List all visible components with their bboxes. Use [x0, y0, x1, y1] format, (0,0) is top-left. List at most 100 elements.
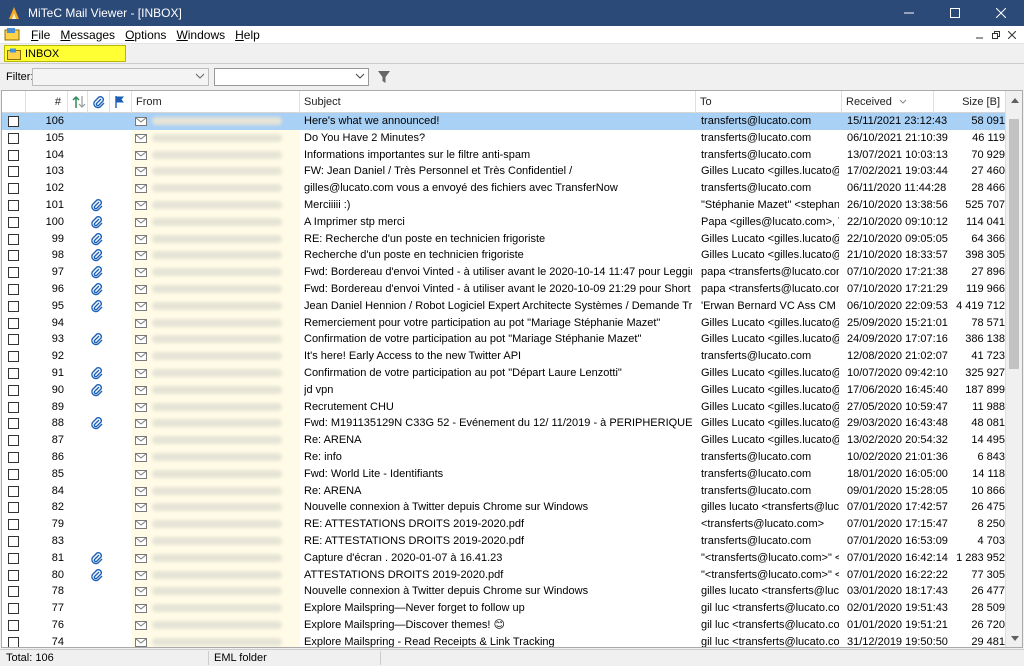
- table-row[interactable]: 78 Nouvelle connexion à Twitter depuis Ch…: [2, 583, 1006, 601]
- row-checkbox-cell[interactable]: [8, 281, 22, 298]
- row-checkbox[interactable]: [8, 619, 19, 631]
- row-checkbox-cell[interactable]: [8, 583, 22, 600]
- mdi-close-button[interactable]: [1004, 28, 1020, 42]
- row-checkbox[interactable]: [8, 586, 19, 598]
- minimize-button[interactable]: [886, 0, 932, 26]
- row-checkbox[interactable]: [8, 569, 19, 581]
- header-size[interactable]: Size [B]: [934, 91, 1006, 113]
- row-checkbox-cell[interactable]: [8, 147, 22, 164]
- scroll-down-button[interactable]: [1006, 630, 1022, 647]
- row-checkbox-cell[interactable]: [8, 298, 22, 315]
- row-checkbox-cell[interactable]: [8, 130, 22, 147]
- row-checkbox-cell[interactable]: [8, 449, 22, 466]
- table-row[interactable]: 92 It's here! Early Access to the new Twi…: [2, 348, 1006, 365]
- row-checkbox-cell[interactable]: [8, 315, 22, 332]
- table-row[interactable]: 100 A Imprimer stp merci Papa <gilles@luca…: [2, 213, 1006, 231]
- table-row[interactable]: 97 Fwd: Bordereau d'envoi Vinted - à util…: [2, 264, 1006, 281]
- table-row[interactable]: 76 Explore Mailspring—Discover themes! 😊 g…: [2, 616, 1006, 634]
- table-row[interactable]: 93 Confirmation de votre participation au…: [2, 331, 1006, 349]
- table-row[interactable]: 77 Explore Mailspring—Never forget to fol…: [2, 600, 1006, 617]
- row-checkbox-cell[interactable]: [8, 600, 22, 617]
- header-to[interactable]: To: [696, 91, 842, 113]
- table-row[interactable]: 94 Remerciement pour votre participation …: [2, 314, 1006, 332]
- row-checkbox-cell[interactable]: [8, 567, 22, 584]
- table-row[interactable]: 102 gilles@lucato.com vous a envoyé des f…: [2, 180, 1006, 197]
- mdi-restore-button[interactable]: [988, 28, 1004, 42]
- table-row[interactable]: 101 Merciiiii :) "Stéphanie Mazet" <stepha…: [2, 196, 1006, 214]
- row-checkbox-cell[interactable]: [8, 483, 22, 500]
- row-checkbox-cell[interactable]: [8, 499, 22, 516]
- row-checkbox-cell[interactable]: [8, 533, 22, 550]
- table-row[interactable]: 99 RE: Recherche d'un poste en technicien…: [2, 230, 1006, 248]
- vertical-scrollbar[interactable]: [1005, 91, 1022, 647]
- table-row[interactable]: 88 Fwd: M191135129N C33G 52 - Evénement d…: [2, 415, 1006, 433]
- row-checkbox-cell[interactable]: [8, 247, 22, 264]
- row-checkbox[interactable]: [8, 166, 19, 178]
- row-checkbox-cell[interactable]: [8, 214, 22, 231]
- row-checkbox[interactable]: [8, 367, 19, 379]
- row-checkbox-cell[interactable]: [8, 516, 22, 533]
- table-row[interactable]: 98 Recherche d'un poste en technicien fri…: [2, 247, 1006, 265]
- mdi-minimize-button[interactable]: [972, 28, 988, 42]
- row-checkbox[interactable]: [8, 502, 19, 514]
- menu-options[interactable]: Options: [120, 28, 171, 42]
- tab-inbox[interactable]: INBOX: [4, 45, 126, 62]
- row-checkbox[interactable]: [8, 485, 19, 497]
- row-checkbox-cell[interactable]: [8, 382, 22, 399]
- row-checkbox[interactable]: [8, 603, 19, 615]
- row-checkbox[interactable]: [8, 535, 19, 547]
- close-button[interactable]: [978, 0, 1024, 26]
- row-checkbox[interactable]: [8, 216, 19, 228]
- row-checkbox[interactable]: [8, 384, 19, 396]
- row-checkbox[interactable]: [8, 552, 19, 564]
- table-row[interactable]: 84 Re: ARENA transferts@lucato.com 09/01/20…: [2, 482, 1006, 500]
- table-row[interactable]: 85 Fwd: World Lite - Identifiants transfer…: [2, 465, 1006, 483]
- row-checkbox[interactable]: [8, 636, 19, 647]
- table-row[interactable]: 79 RE: ATTESTATIONS DROITS 2019-2020.pdf <…: [2, 516, 1006, 533]
- row-checkbox-cell[interactable]: [8, 634, 22, 647]
- filter-funnel-icon[interactable]: [377, 70, 391, 84]
- row-checkbox[interactable]: [8, 183, 19, 195]
- row-checkbox-cell[interactable]: [8, 163, 22, 180]
- header-check[interactable]: [2, 91, 26, 113]
- row-checkbox[interactable]: [8, 149, 19, 161]
- row-checkbox[interactable]: [8, 435, 19, 447]
- row-checkbox[interactable]: [8, 250, 19, 262]
- menu-windows[interactable]: Windows: [171, 28, 230, 42]
- row-checkbox-cell[interactable]: [8, 348, 22, 365]
- row-checkbox-cell[interactable]: [8, 264, 22, 281]
- menu-help[interactable]: Help: [230, 28, 265, 42]
- row-checkbox[interactable]: [8, 334, 19, 346]
- table-row[interactable]: 74 Explore Mailspring - Read Receipts & L…: [2, 633, 1006, 647]
- row-checkbox-cell[interactable]: [8, 550, 22, 567]
- row-checkbox[interactable]: [8, 468, 19, 480]
- row-checkbox-cell[interactable]: [8, 466, 22, 483]
- row-checkbox[interactable]: [8, 451, 19, 463]
- filter-field-combo[interactable]: [32, 68, 209, 86]
- header-from[interactable]: From: [132, 91, 300, 113]
- row-checkbox-cell[interactable]: [8, 432, 22, 449]
- row-checkbox-cell[interactable]: [8, 197, 22, 214]
- filter-value-combo[interactable]: [214, 68, 369, 86]
- header-subject[interactable]: Subject: [300, 91, 696, 113]
- row-checkbox[interactable]: [8, 132, 19, 144]
- table-row[interactable]: 106 Here's what we announced! transferts@l…: [2, 113, 1006, 130]
- header-received[interactable]: Received: [842, 91, 934, 113]
- row-checkbox[interactable]: [8, 401, 19, 413]
- row-checkbox[interactable]: [8, 199, 19, 211]
- row-checkbox[interactable]: [8, 116, 19, 127]
- table-row[interactable]: 80 ATTESTATIONS DROITS 2019-2020.pdf "<tra…: [2, 566, 1006, 584]
- table-row[interactable]: 91 Confirmation de votre participation au…: [2, 364, 1006, 382]
- row-checkbox-cell[interactable]: [8, 399, 22, 416]
- header-attachment[interactable]: [88, 91, 110, 113]
- header-num[interactable]: #: [26, 91, 68, 113]
- row-checkbox[interactable]: [8, 283, 19, 295]
- table-row[interactable]: 86 Re: info transferts@lucato.com 10/02/202…: [2, 448, 1006, 466]
- row-checkbox-cell[interactable]: [8, 331, 22, 348]
- header-flag[interactable]: [110, 91, 132, 113]
- row-checkbox-cell[interactable]: [8, 617, 22, 634]
- menu-file[interactable]: File: [26, 28, 55, 42]
- menu-messages[interactable]: Messages: [55, 28, 120, 42]
- row-checkbox[interactable]: [8, 418, 19, 430]
- table-row[interactable]: 90 jd vpn Gilles Lucato <gilles.lucato@ag.…: [2, 381, 1006, 399]
